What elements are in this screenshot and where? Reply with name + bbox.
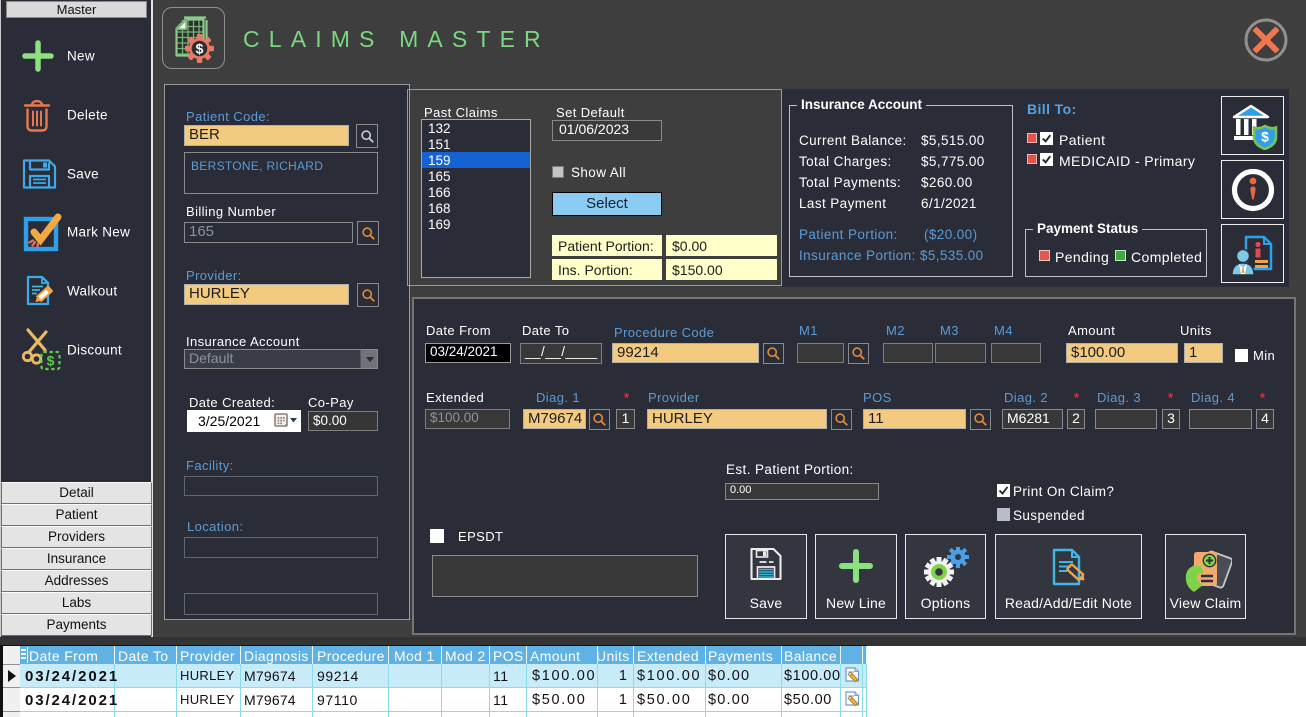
svg-text:$: $ [1261,128,1269,144]
svg-text:$: $ [196,41,204,57]
svg-text:$: $ [47,353,55,369]
